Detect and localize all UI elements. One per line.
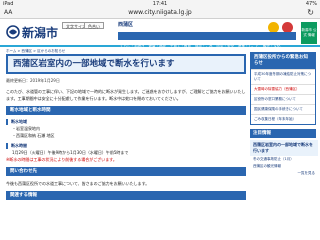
browser-address-bar: AA www.city.niigata.lg.jp ↻ xyxy=(0,8,320,19)
official-badge[interactable]: 新潟市 公式 情報 xyxy=(301,22,317,44)
nav-item[interactable]: 防災・安全 xyxy=(215,42,237,50)
nav-item[interactable]: 健康・福祉 xyxy=(147,42,169,50)
featured-link[interactable]: 西蒲区の観光情報 xyxy=(250,163,318,170)
clock: 17:41 xyxy=(152,1,168,7)
nav-item[interactable]: 観光・文化 xyxy=(261,42,283,50)
nav-item[interactable]: 子育て・教育 xyxy=(168,42,193,50)
sidebar: 西蒲区役所からの緊急お知らせ 平成30年度冬期の凍結防止対策について 大雪時の除… xyxy=(250,52,318,177)
city-logo[interactable] xyxy=(6,25,20,39)
more-link[interactable]: 一覧を見る xyxy=(250,170,318,177)
featured-heading: 注目情報 xyxy=(250,129,316,138)
time-note: ※断水の時間は工事の状況により前後する場合がございます。 xyxy=(6,157,117,162)
url-field[interactable]: www.city.niigata.lg.jp xyxy=(110,9,210,16)
status-bar: iPad 17:41 47% xyxy=(0,0,320,8)
time-text: 1月29日（火曜日）午後9時から1月30日（水曜日）午前5時まで xyxy=(12,150,129,155)
list-item: ・西蒲区和納 石瀬 地区 xyxy=(12,133,55,138)
site-header: 新潟市 文字サイズ 色合い 西蒲区 新潟市 公式 情報 くらし・手続き 健康・福祉… xyxy=(0,19,320,48)
nav-item[interactable]: 産業・しごと xyxy=(236,42,261,50)
nav-item[interactable]: 環境・ごみ xyxy=(193,42,215,50)
reload-icon[interactable]: ↻ xyxy=(307,8,314,18)
section-heading: 問い合わせ先 xyxy=(6,167,246,176)
color-button[interactable]: 色合い xyxy=(84,22,104,29)
list-item: ・岩室温泉地内 xyxy=(12,126,40,131)
featured-link[interactable]: 冬の交通事故防止（1月） xyxy=(250,156,318,163)
global-nav: くらし・手続き 健康・福祉 子育て・教育 環境・ごみ 防災・安全 産業・しごと 観光・文化 xyxy=(118,32,296,48)
section-heading: 関連する情報 xyxy=(6,191,246,200)
nav-item[interactable]: くらし・手続き xyxy=(118,42,147,50)
main-content: 西蒲区岩室内の一部地域で断水を行います 最終更新日：2019年1月29日 このた… xyxy=(6,54,246,200)
ward-name: 西蒲区 xyxy=(118,22,134,28)
text-size-button[interactable]: AA xyxy=(4,9,12,16)
emergency-box-title: 西蒲区役所からの緊急お知らせ xyxy=(251,53,315,69)
sidebar-link[interactable]: 大雪時の除雪協力（西蒲区） xyxy=(251,84,315,94)
intro-text: このたび、水道管の工事に伴い、下記の地域で一時的に断水が発生します。ご迷惑をおか… xyxy=(6,89,246,101)
page-title: 西蒲区岩室内の一部地域で断水を行います xyxy=(6,54,246,74)
sidebar-link[interactable]: 区役所の窓口業務について xyxy=(251,94,315,104)
battery-label: 47% xyxy=(305,1,317,7)
section-heading: 断水地域と断水時間 xyxy=(6,106,246,115)
sidebar-link[interactable]: 平成30年度冬期の凍結防止対策について xyxy=(251,69,315,84)
sidebar-link[interactable]: ごみ収集日程（年末年始） xyxy=(251,114,315,124)
featured-item[interactable]: 西蒲区岩室内の一部地域で断水を行います xyxy=(250,140,318,156)
site-name[interactable]: 新潟市 xyxy=(22,24,58,41)
emergency-box: 西蒲区役所からの緊急お知らせ 平成30年度冬期の凍結防止対策について 大雪時の除… xyxy=(250,52,316,125)
sidebar-link[interactable]: 国民健康保険の手続きについて xyxy=(251,104,315,114)
last-updated: 最終更新日：2019年1月29日 xyxy=(6,78,60,83)
contact-text: 今後も西蒲区役所での水道工事について、皆さまのご協力をお願いいたします。 xyxy=(6,181,150,186)
